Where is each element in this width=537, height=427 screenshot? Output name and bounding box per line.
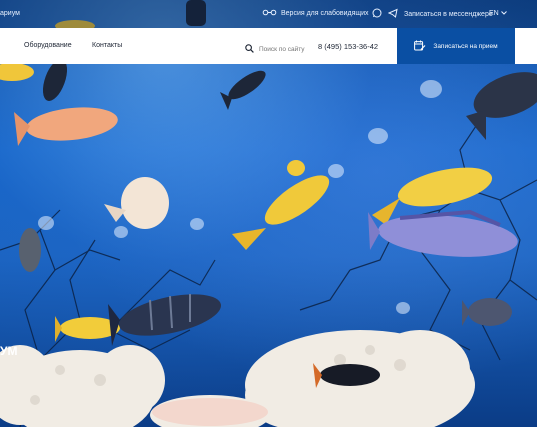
language-switcher[interactable]: EN: [489, 10, 507, 17]
messenger-link[interactable]: Записаться в мессенджере: [372, 8, 493, 20]
hero-title-fragment: УМ: [0, 344, 18, 358]
top-bar: ариум Версия для слабовидящих Записаться…: [0, 0, 537, 28]
phone-link[interactable]: 8 (495) 153-36-42: [318, 42, 378, 51]
site-search[interactable]: [245, 40, 311, 58]
vision-impaired-label: Версия для слабовидящих: [281, 10, 369, 17]
nav-link-contacts[interactable]: Контакты: [92, 42, 122, 49]
main-navbar: Оборудование Контакты 8 (495) 153-36-42 …: [0, 28, 537, 64]
bubble: [114, 226, 128, 238]
glasses-icon: [262, 9, 277, 18]
whatsapp-icon[interactable]: [372, 8, 382, 20]
chevron-down-icon: [500, 10, 507, 17]
breadcrumb-fragment[interactable]: ариум: [0, 10, 20, 17]
bubble: [328, 164, 344, 178]
search-icon[interactable]: [245, 40, 254, 58]
language-label: EN: [489, 10, 499, 17]
nav-link-equipment[interactable]: Оборудование: [24, 42, 72, 49]
hero-aquarium-photo: [0, 0, 537, 427]
bubble: [396, 302, 410, 314]
vision-impaired-link[interactable]: Версия для слабовидящих: [262, 9, 369, 18]
messenger-label: Записаться в мессенджере: [404, 10, 493, 18]
book-appointment-button[interactable]: Записаться на прием: [397, 28, 515, 64]
book-appointment-label: Записаться на прием: [433, 42, 498, 50]
bubble: [368, 128, 388, 144]
bubble: [190, 218, 204, 230]
calendar-edit-icon: [414, 40, 426, 53]
aquarium-illustration: [0, 0, 537, 427]
telegram-icon[interactable]: [387, 8, 398, 20]
search-input[interactable]: [259, 45, 311, 53]
bubble: [420, 80, 442, 98]
bubble: [38, 216, 54, 230]
